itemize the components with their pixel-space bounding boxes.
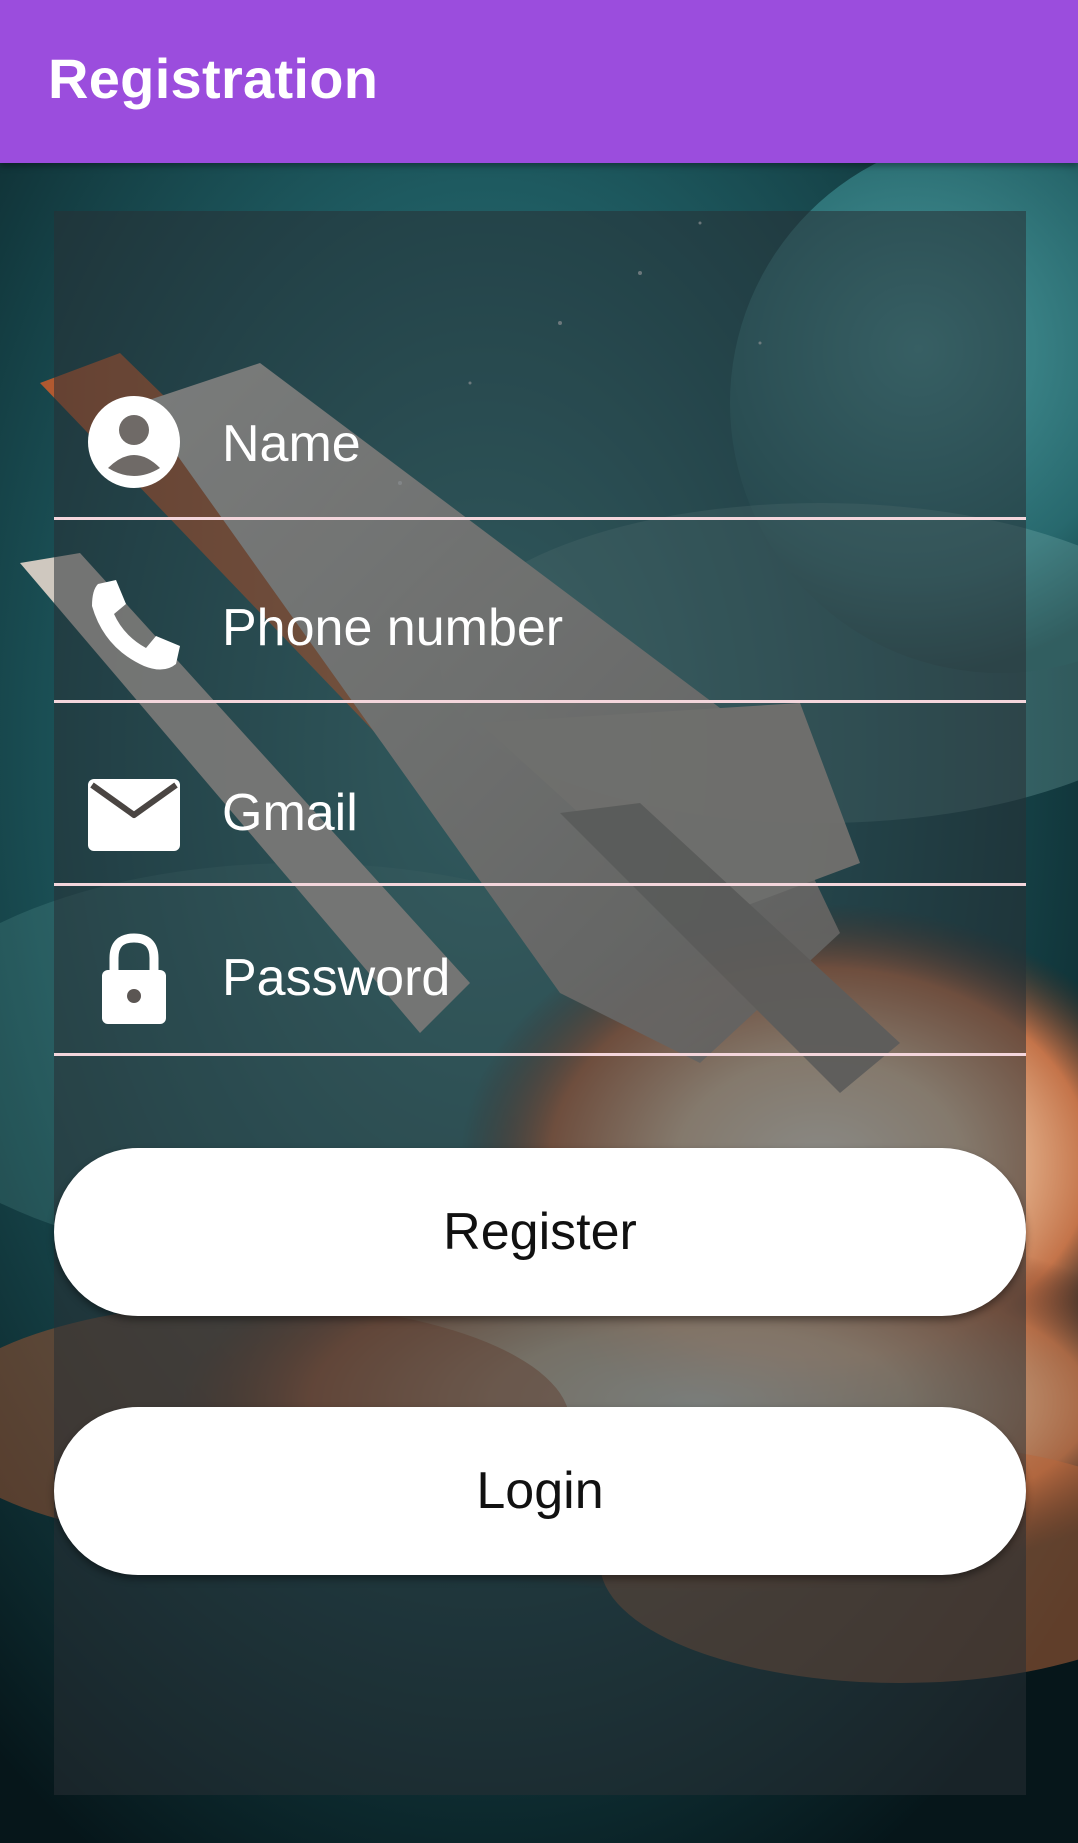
register-button[interactable]: Register [54, 1148, 1026, 1316]
phone-number-field-label: Phone number [222, 599, 564, 657]
name-field-label: Name [222, 415, 361, 473]
phone-number-field[interactable]: Phone number [54, 520, 1026, 703]
gmail-field-label: Gmail [222, 784, 358, 842]
gmail-field[interactable]: Gmail [54, 703, 1026, 886]
account-circle-icon [84, 392, 184, 492]
app-bar: Registration [0, 0, 1078, 163]
page-title: Registration [48, 47, 379, 110]
password-field-label: Password [222, 949, 451, 1007]
password-field[interactable]: Password [54, 886, 1026, 1056]
phone-icon [84, 576, 184, 676]
login-button[interactable]: Login [54, 1407, 1026, 1575]
name-field[interactable]: Name [54, 380, 1026, 520]
mail-icon [84, 765, 184, 865]
lock-icon [84, 928, 184, 1028]
